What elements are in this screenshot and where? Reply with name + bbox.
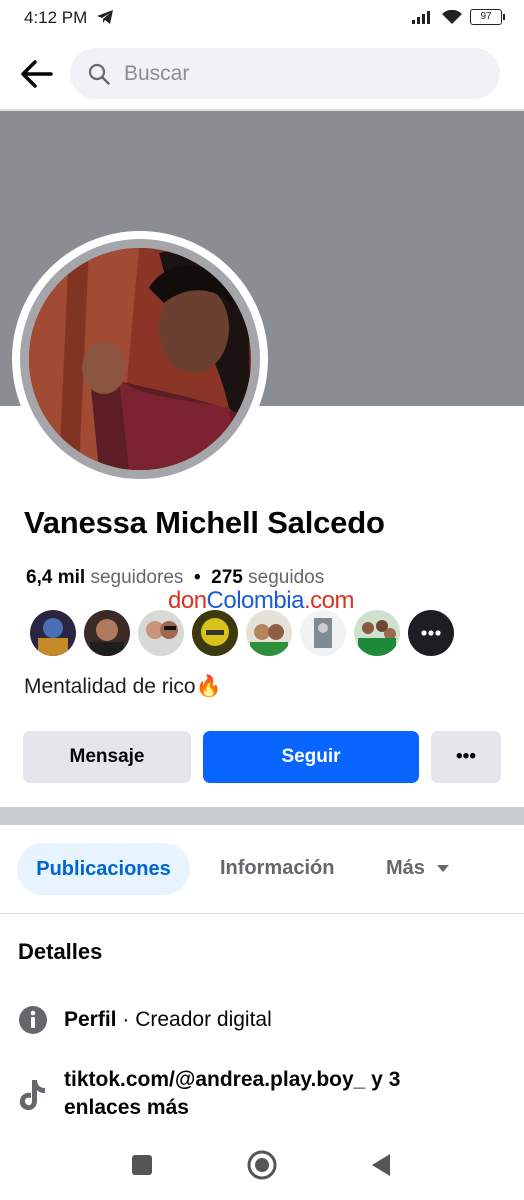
avatar-photo [29,248,251,470]
more-dots-icon [421,630,441,636]
detail-profile-label: Perfil [64,1008,117,1031]
detail-link[interactable]: tiktok.com/@andrea.play.boy_ y 3 enlaces… [18,1066,464,1122]
detail-profile-value: Creador digital [135,1008,272,1031]
friend-avatar[interactable] [192,610,238,656]
status-icons: 97 [412,9,505,25]
info-icon [19,1006,47,1034]
telegram-icon [97,10,113,24]
back-nav-button[interactable] [370,1153,392,1182]
mutual-friends-row[interactable] [30,610,454,656]
detail-profile: Perfil · Creador digital [18,1005,272,1035]
friend-avatar[interactable] [30,610,76,656]
detail-link-text[interactable]: tiktok.com/@andrea.play.boy_ y 3 enlaces… [64,1066,464,1122]
more-actions-button[interactable]: ••• [431,731,501,783]
tab-more[interactable]: Más [386,857,449,880]
home-button[interactable] [247,1150,277,1185]
friend-avatar[interactable] [138,610,184,656]
recents-icon [132,1155,152,1175]
back-button[interactable] [14,52,58,96]
search-box[interactable] [70,48,500,99]
tabs-divider [0,913,524,914]
friend-avatar[interactable] [84,610,130,656]
followers-label: seguidores [90,567,184,588]
system-nav-bar [0,1136,524,1200]
following-count: 275 [211,567,243,588]
tiktok-icon [19,1080,45,1111]
profile-avatar[interactable] [29,248,251,470]
status-time: 4:12 PM [24,8,88,27]
search-icon [88,63,110,85]
recents-button[interactable] [131,1154,153,1181]
details-title: Detalles [18,939,103,964]
status-bar: 4:12 PM 97 [0,0,524,40]
signal-icon [412,11,430,24]
back-triangle-icon [372,1154,390,1176]
tab-more-label: Más [386,857,425,879]
home-icon [247,1150,277,1180]
followers-count: 6,4 mil [26,567,86,588]
back-arrow-icon [21,60,53,88]
profile-name: Vanessa Michell Salcedo [24,505,385,540]
following-label: seguidos [248,567,325,588]
friend-avatar[interactable] [246,610,292,656]
tab-posts[interactable]: Publicaciones [17,843,190,895]
detail-profile-sep: · [116,1008,136,1031]
wifi-icon [442,9,462,24]
search-input[interactable] [122,60,456,87]
message-button[interactable]: Mensaje [23,731,191,783]
friend-avatar[interactable] [354,610,400,656]
stats-separator: • [193,567,201,588]
friend-avatar[interactable] [300,610,346,656]
battery-icon: 97 [470,9,505,25]
tab-info[interactable]: Información [220,857,334,880]
more-friends-button[interactable] [408,610,454,656]
follow-button[interactable]: Seguir [203,731,419,783]
chevron-down-icon [436,864,449,872]
follow-stats[interactable]: 6,4 mil seguidores • 275 seguidos [26,567,324,589]
section-separator [0,807,524,825]
profile-bio: Mentalidad de rico🔥 [24,675,222,698]
